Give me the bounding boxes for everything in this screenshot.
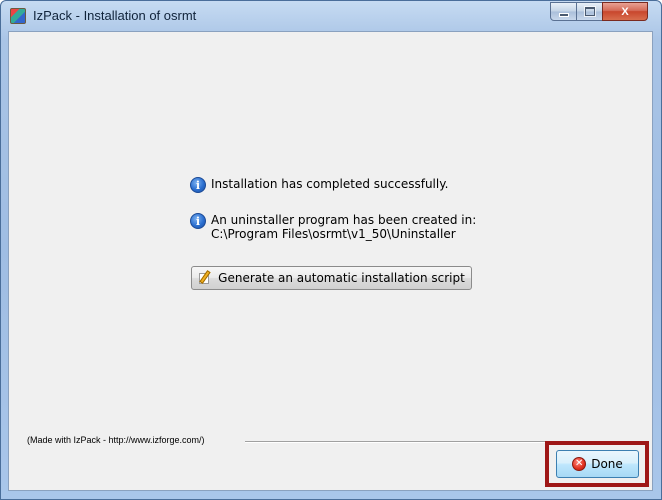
close-icon: X [621,5,629,18]
uninstaller-label: An uninstaller program has been created … [211,213,477,227]
maximize-button[interactable] [576,2,603,21]
completion-message: i Installation has completed successfull… [190,177,448,193]
cancel-icon: ✕ [572,457,587,471]
close-button[interactable]: X [602,2,648,21]
installer-panel: i Installation has completed successfull… [8,31,653,491]
uninstaller-path: C:\Program Files\osrmt\v1_50\Uninstaller [211,227,456,241]
completion-text: Installation has completed successfully. [211,177,449,191]
izpack-app-icon[interactable] [10,8,26,24]
uninstaller-text: An uninstaller program has been created … [211,213,476,241]
minimize-button[interactable] [550,2,577,21]
window-title: IzPack - Installation of osrmt [33,8,197,23]
generate-script-button[interactable]: Generate an automatic installation scrip… [191,266,472,290]
installer-window: IzPack - Installation of osrmt X i Insta… [0,0,662,500]
title-bar[interactable]: IzPack - Installation of osrmt X [1,1,661,31]
done-button[interactable]: ✕ Done [556,450,639,478]
window-bottom-frame[interactable] [1,491,661,499]
uninstaller-message: i An uninstaller program has been create… [190,213,476,241]
minimize-icon [558,12,569,17]
generate-script-label: Generate an automatic installation scrip… [218,271,465,285]
info-icon: i [190,177,206,193]
info-icon: i [190,213,206,229]
pencil-notepad-icon [198,270,212,285]
maximize-icon [584,7,595,16]
izpack-credit: (Made with IzPack - http://www.izforge.c… [27,435,205,445]
done-label: Done [591,457,623,471]
